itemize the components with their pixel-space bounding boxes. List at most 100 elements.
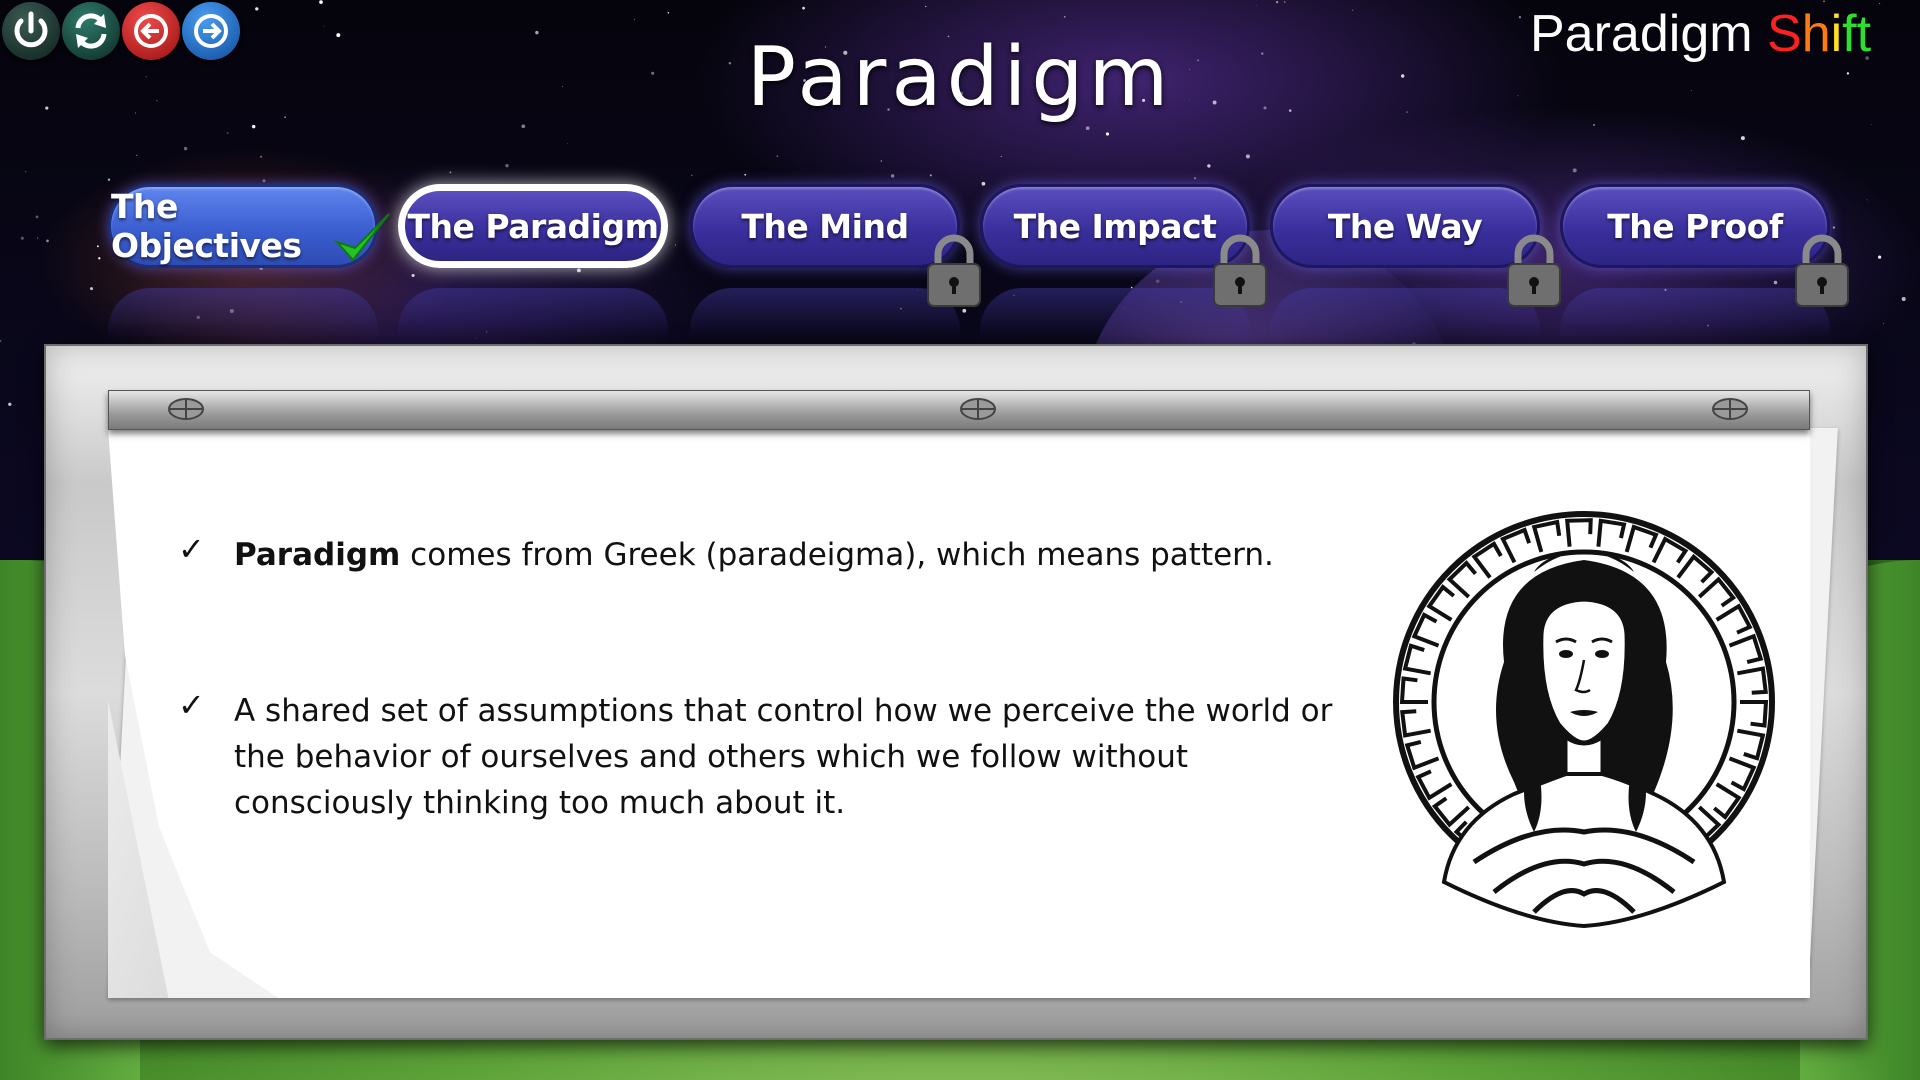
star	[1245, 154, 1250, 159]
star	[802, 6, 805, 10]
star	[46, 239, 49, 243]
brand-letter: h	[1801, 5, 1831, 63]
star	[561, 85, 564, 88]
star	[336, 33, 341, 38]
meander-segment	[1565, 518, 1593, 547]
meander-segment	[1596, 518, 1627, 547]
star	[136, 154, 138, 156]
star	[929, 174, 932, 177]
star	[1866, 199, 1868, 201]
star	[134, 112, 136, 114]
star	[145, 76, 147, 78]
star	[319, 0, 323, 4]
star	[1518, 16, 1522, 19]
star	[505, 164, 509, 168]
lock-icon	[927, 234, 981, 307]
star	[1000, 156, 1002, 157]
board-rail	[108, 390, 1810, 430]
star	[156, 100, 158, 102]
star	[1275, 0, 1279, 4]
star	[691, 174, 693, 177]
star	[1517, 95, 1519, 97]
star	[37, 237, 39, 239]
tab-reflection	[690, 288, 960, 338]
star	[8, 402, 12, 406]
tab-reflection	[398, 288, 668, 338]
meander-segment	[1400, 709, 1432, 738]
tab-reflection	[1270, 288, 1540, 338]
star	[1773, 280, 1778, 285]
tab-the-paradigm[interactable]: The Paradigm	[398, 184, 668, 268]
star	[1879, 3, 1881, 5]
star	[1690, 90, 1692, 91]
star	[251, 124, 256, 129]
refresh-button[interactable]	[62, 2, 120, 60]
refresh-icon	[75, 13, 107, 49]
star	[1193, 177, 1197, 180]
brand-letter: i	[1830, 5, 1843, 63]
brand-logo: Paradigm Shift	[1530, 4, 1871, 64]
point-1: Paradigm comes from Greek (paradeigma), …	[234, 532, 1334, 578]
star	[521, 124, 526, 129]
meander-segment	[1736, 728, 1766, 761]
meander-segment	[1500, 527, 1532, 564]
screw-icon	[960, 398, 996, 420]
point-2: A shared set of assumptions that control…	[234, 693, 1333, 821]
star	[925, 5, 927, 8]
tab-the-way[interactable]: The Way	[1270, 184, 1540, 268]
star	[0, 339, 2, 343]
meander-segment	[1531, 519, 1562, 553]
arrow-left-icon	[134, 14, 168, 48]
star	[1740, 136, 1745, 141]
star	[1901, 296, 1906, 302]
star	[98, 257, 101, 260]
star	[576, 268, 581, 273]
star	[411, 273, 415, 278]
star	[667, 12, 670, 14]
star	[89, 287, 94, 291]
star	[535, 30, 539, 35]
star	[1593, 123, 1595, 126]
star	[1207, 164, 1211, 168]
brand-letter: ft	[1842, 5, 1872, 63]
star	[890, 174, 895, 178]
arrow-right-icon	[194, 14, 228, 48]
star	[1256, 5, 1257, 6]
star	[35, 215, 39, 219]
star	[1105, 132, 1110, 136]
star	[1878, 255, 1882, 259]
screw-icon	[1712, 398, 1748, 420]
star	[1406, 111, 1408, 113]
power-button[interactable]	[2, 2, 60, 60]
next-button[interactable]	[182, 2, 240, 60]
meander-segment	[1624, 524, 1659, 553]
meander-segment	[1728, 633, 1764, 664]
star	[1823, 0, 1825, 3]
star	[1288, 109, 1292, 112]
brand-word-paradigm: Paradigm	[1530, 5, 1767, 63]
tab-reflection	[108, 288, 378, 338]
star	[96, 245, 99, 248]
star	[567, 143, 568, 145]
star	[1832, 226, 1835, 229]
star	[1085, 126, 1090, 131]
meander-segment	[1402, 643, 1432, 676]
brand-letter: S	[1767, 5, 1802, 63]
star	[1870, 123, 1872, 125]
tab-the-mind[interactable]: The Mind	[690, 184, 960, 268]
star	[634, 18, 636, 20]
star	[744, 173, 747, 176]
star	[1063, 16, 1066, 18]
star	[255, 7, 259, 11]
star	[323, 25, 325, 27]
star	[20, 236, 24, 240]
checkmark-bullet-icon: ✓	[178, 531, 205, 567]
lock-icon	[1213, 234, 1267, 307]
page-title: Paradigm	[746, 30, 1174, 125]
lock-icon	[1795, 234, 1849, 307]
star	[776, 155, 779, 158]
star	[449, 171, 452, 174]
back-button[interactable]	[122, 2, 180, 60]
meander-segment	[1740, 700, 1769, 728]
star	[1401, 74, 1405, 78]
